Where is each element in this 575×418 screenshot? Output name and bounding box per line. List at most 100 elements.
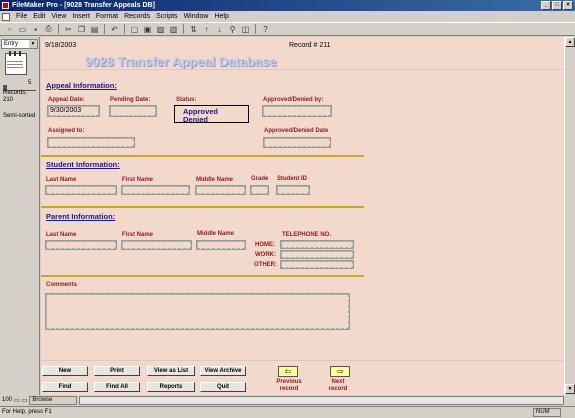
parent-first-name-field[interactable] [121, 240, 192, 250]
menu-edit[interactable]: Edit [33, 13, 45, 20]
cut-icon[interactable]: ✂ [63, 24, 74, 35]
layout-menu[interactable]: Entry ▼ [1, 39, 38, 49]
find-all-button[interactable]: Find All [94, 382, 140, 392]
student-first-name-field[interactable] [121, 185, 190, 195]
find-button[interactable]: Find [42, 382, 88, 392]
previous-record-button[interactable]: ⇦ [278, 366, 298, 377]
next-record-label: Next record [328, 379, 348, 392]
title-bar: FileMaker Pro - [9028 Transfer Appeals D… [0, 0, 575, 11]
radio-icon [177, 109, 181, 114]
copy-icon[interactable]: ❐ [76, 24, 87, 35]
menu-scripts[interactable]: Scripts [156, 13, 177, 20]
work-phone-field[interactable] [280, 250, 354, 259]
menu-insert[interactable]: Insert [72, 13, 90, 20]
menu-format[interactable]: Format [96, 13, 118, 20]
print-icon[interactable]: ⎙ [43, 24, 54, 35]
appeal-date-field[interactable]: 9/30/2003 [47, 105, 100, 117]
next-record-button[interactable]: ⇨ [330, 366, 350, 377]
previous-record-label: Previous record [276, 379, 302, 392]
menu-help[interactable]: Help [214, 13, 228, 20]
other-phone-field[interactable] [280, 260, 354, 269]
student-id-label: Student ID [277, 176, 307, 182]
duplicate-record-icon[interactable]: ▣ [142, 24, 153, 35]
menu-file[interactable]: File [16, 13, 27, 20]
student-last-name-label: Last Name [46, 177, 77, 183]
menu-view[interactable]: View [51, 13, 66, 20]
status-radio-group[interactable]: Approved Denied [174, 105, 249, 124]
status-label: Status: [176, 97, 197, 103]
approved-by-field[interactable] [262, 105, 332, 117]
quit-button[interactable]: Quit [200, 382, 246, 392]
find-icon[interactable]: ▥ [168, 24, 179, 35]
app-icon [2, 2, 9, 9]
zoom-level[interactable]: 100 [0, 397, 12, 403]
appeal-section-title: Appeal Information: [46, 81, 117, 90]
parent-section-title: Parent Information: [46, 212, 116, 221]
pending-date-field[interactable] [109, 105, 157, 117]
zoom-in-icon[interactable]: ▭ [22, 397, 28, 404]
view-archive-button[interactable]: View Archive [200, 366, 246, 376]
omit-icon[interactable]: ◫ [240, 24, 251, 35]
mode-selector[interactable]: Browse [29, 395, 78, 405]
zoom-out-icon[interactable]: ▭ [14, 397, 20, 404]
num-lock-indicator: NUM [533, 408, 561, 417]
help-text: For Help, press F1 [2, 409, 52, 415]
sort-status: Semi-sorted [3, 113, 36, 119]
database-title: 9028 Transfer Appeal Database [85, 54, 277, 69]
vertical-scrollbar[interactable]: ▲ ▼ [564, 37, 575, 395]
undo-icon[interactable]: ↶ [109, 24, 120, 35]
paste-icon[interactable]: ▤ [89, 24, 100, 35]
book-icon[interactable] [3, 51, 33, 78]
status-option-denied[interactable]: Denied [177, 115, 208, 124]
reports-button[interactable]: Reports [147, 382, 195, 392]
scroll-up-icon[interactable]: ▲ [565, 37, 575, 47]
maximize-button[interactable]: □ [552, 1, 562, 10]
work-phone-label: WORK: [255, 252, 276, 258]
approved-date-label: Approved/Denied Date [264, 128, 329, 134]
view-as-list-button[interactable]: View as List [147, 366, 195, 376]
print-button[interactable]: Print [94, 366, 140, 376]
home-phone-field[interactable] [280, 240, 354, 249]
new-record-button[interactable]: New [42, 366, 88, 376]
document-icon[interactable] [2, 12, 10, 21]
show-all-icon[interactable]: ⚲ [227, 24, 238, 35]
grade-field[interactable] [250, 185, 269, 195]
chevron-down-icon: ▼ [29, 40, 37, 48]
assigned-to-field[interactable] [47, 137, 135, 148]
student-middle-name-field[interactable] [195, 185, 246, 195]
horizontal-scrollbar[interactable] [79, 395, 564, 405]
minimize-button[interactable]: _ [541, 1, 551, 10]
appeal-date-label: Appeal Date: [48, 97, 85, 103]
layout-canvas: 9/18/2003 Record # 211 9028 Transfer App… [41, 37, 564, 395]
student-first-name-label: First Name [122, 177, 154, 183]
student-id-field[interactable] [276, 185, 310, 195]
open-icon[interactable]: ▭ [17, 24, 28, 35]
close-button[interactable]: × [563, 1, 573, 10]
approved-date-field[interactable] [263, 137, 331, 148]
sort-ascending-icon[interactable]: ↑ [201, 24, 212, 35]
delete-record-icon[interactable]: ▨ [155, 24, 166, 35]
new-file-icon[interactable]: ▫ [4, 24, 15, 35]
grade-label: Grade [251, 176, 269, 182]
comments-label: Comments [46, 282, 78, 288]
record-number-label: Record # 211 [289, 42, 331, 49]
parent-last-name-label: Last Name [46, 232, 77, 238]
other-phone-label: OTHER: [254, 262, 277, 268]
menu-records[interactable]: Records [124, 13, 150, 20]
parent-last-name-field[interactable] [45, 240, 117, 250]
help-icon[interactable]: ? [260, 24, 271, 35]
menu-window[interactable]: Window [184, 13, 209, 20]
window-title: FileMaker Pro - [9028 Transfer Appeals D… [12, 2, 155, 9]
save-icon[interactable]: ▪ [30, 24, 41, 35]
parent-middle-name-label: Middle Name [197, 231, 235, 237]
scroll-down-icon[interactable]: ▼ [565, 384, 575, 394]
sort-descending-icon[interactable]: ↓ [214, 24, 225, 35]
status-area: Entry ▼ 5 Records: 210 Semi-sorted [0, 37, 40, 395]
sort-icon[interactable]: ⇅ [188, 24, 199, 35]
student-last-name-field[interactable] [45, 185, 117, 195]
menu-bar: File Edit View Insert Format Records Scr… [0, 11, 575, 22]
comments-field[interactable] [45, 293, 350, 330]
new-record-icon[interactable]: ▢ [129, 24, 140, 35]
parent-middle-name-field[interactable] [196, 240, 246, 250]
pending-date-label: Pending Date: [110, 97, 151, 103]
